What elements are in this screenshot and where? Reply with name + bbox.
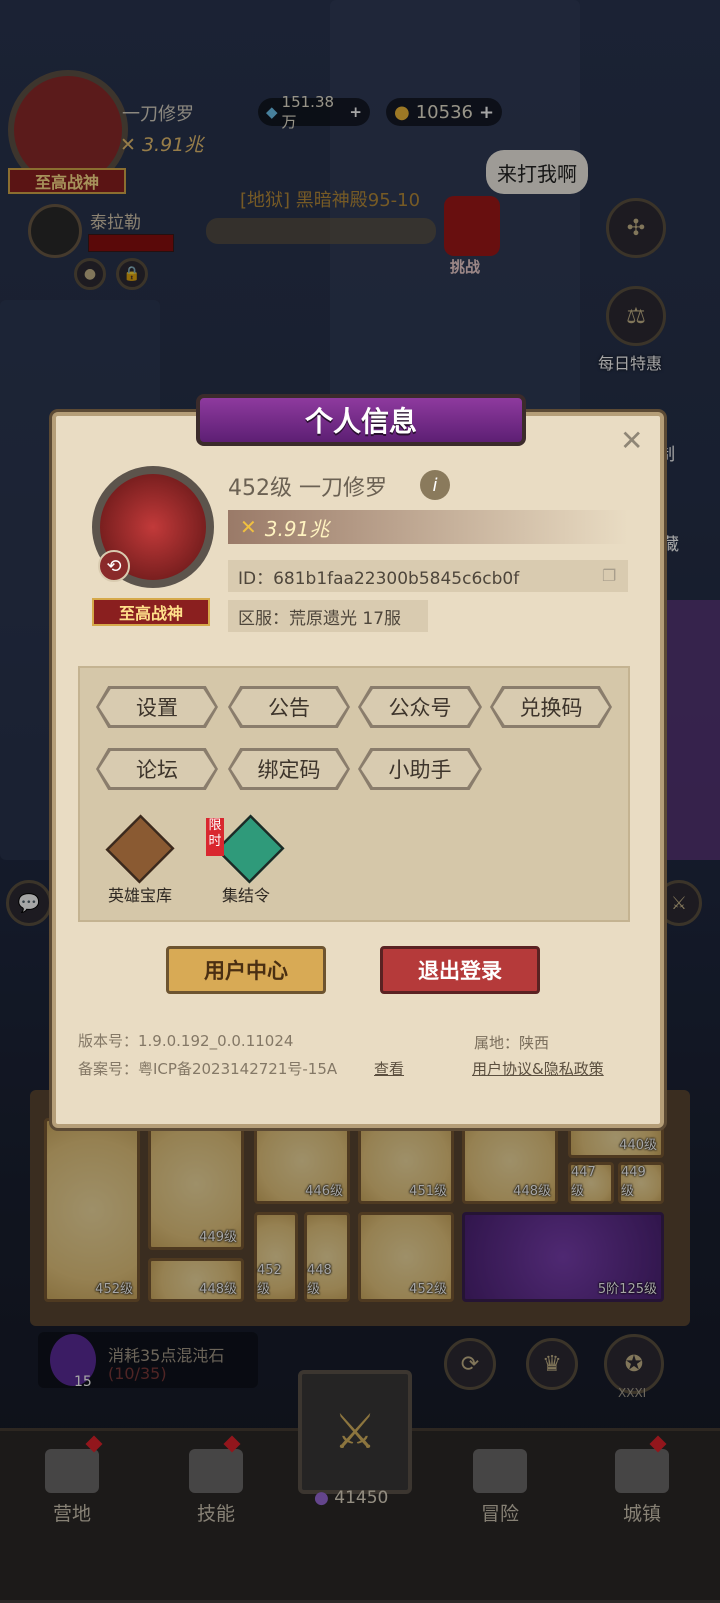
announcement-button[interactable]: 公告 bbox=[228, 686, 350, 728]
redeem-code-button[interactable]: 兑换码 bbox=[490, 686, 612, 728]
dialog-title: 个人信息 bbox=[196, 394, 526, 446]
profile-level-name: 452级 一刀修罗 bbox=[228, 476, 387, 501]
treasure-chest-icon bbox=[105, 814, 175, 884]
profile-power-bar: ✕ 3.91兆 bbox=[228, 510, 628, 544]
hero-vault-button[interactable]: 英雄宝库 bbox=[100, 814, 180, 906]
record-number-text: 备案号：粤ICP备2023142721号-15A bbox=[78, 1060, 338, 1078]
player-server: 区服：荒原遗光 17服 bbox=[228, 600, 428, 632]
location-text: 属地：陕西 bbox=[474, 1034, 550, 1052]
policy-link[interactable]: 用户协议&隐私政策 bbox=[472, 1058, 604, 1079]
limited-time-tag: 限时 bbox=[206, 818, 224, 856]
sword-icon: ✕ bbox=[240, 515, 257, 539]
settings-button[interactable]: 设置 bbox=[96, 686, 218, 728]
close-icon[interactable]: ✕ bbox=[620, 424, 643, 457]
profile-power-value: 3.91兆 bbox=[264, 516, 330, 541]
switch-avatar-icon[interactable]: ⟲ bbox=[98, 550, 130, 582]
logout-button[interactable]: 退出登录 bbox=[380, 946, 540, 994]
version-text: 版本号：1.9.0.192_0.0.11024 bbox=[78, 1032, 294, 1050]
hero-vault-label: 英雄宝库 bbox=[107, 886, 172, 905]
view-record-link[interactable]: 查看 bbox=[374, 1058, 404, 1079]
rally-order-label: 集结令 bbox=[221, 886, 270, 905]
user-center-button[interactable]: 用户中心 bbox=[166, 946, 326, 994]
bind-code-button[interactable]: 绑定码 bbox=[228, 748, 350, 790]
player-id: ID：681b1faa22300b5845c6cb0f bbox=[228, 560, 628, 592]
rally-order-button[interactable]: 限时 集结令 bbox=[206, 814, 286, 906]
copy-icon[interactable]: ❐ bbox=[602, 566, 616, 585]
info-icon[interactable]: i bbox=[420, 470, 450, 500]
rally-flag-icon bbox=[215, 814, 285, 884]
player-id-text: ID：681b1faa22300b5845c6cb0f bbox=[238, 568, 520, 589]
assistant-button[interactable]: 小助手 bbox=[358, 748, 482, 790]
profile-rank-badge: 至高战神 bbox=[92, 598, 210, 626]
official-account-button[interactable]: 公众号 bbox=[358, 686, 482, 728]
forum-button[interactable]: 论坛 bbox=[96, 748, 218, 790]
